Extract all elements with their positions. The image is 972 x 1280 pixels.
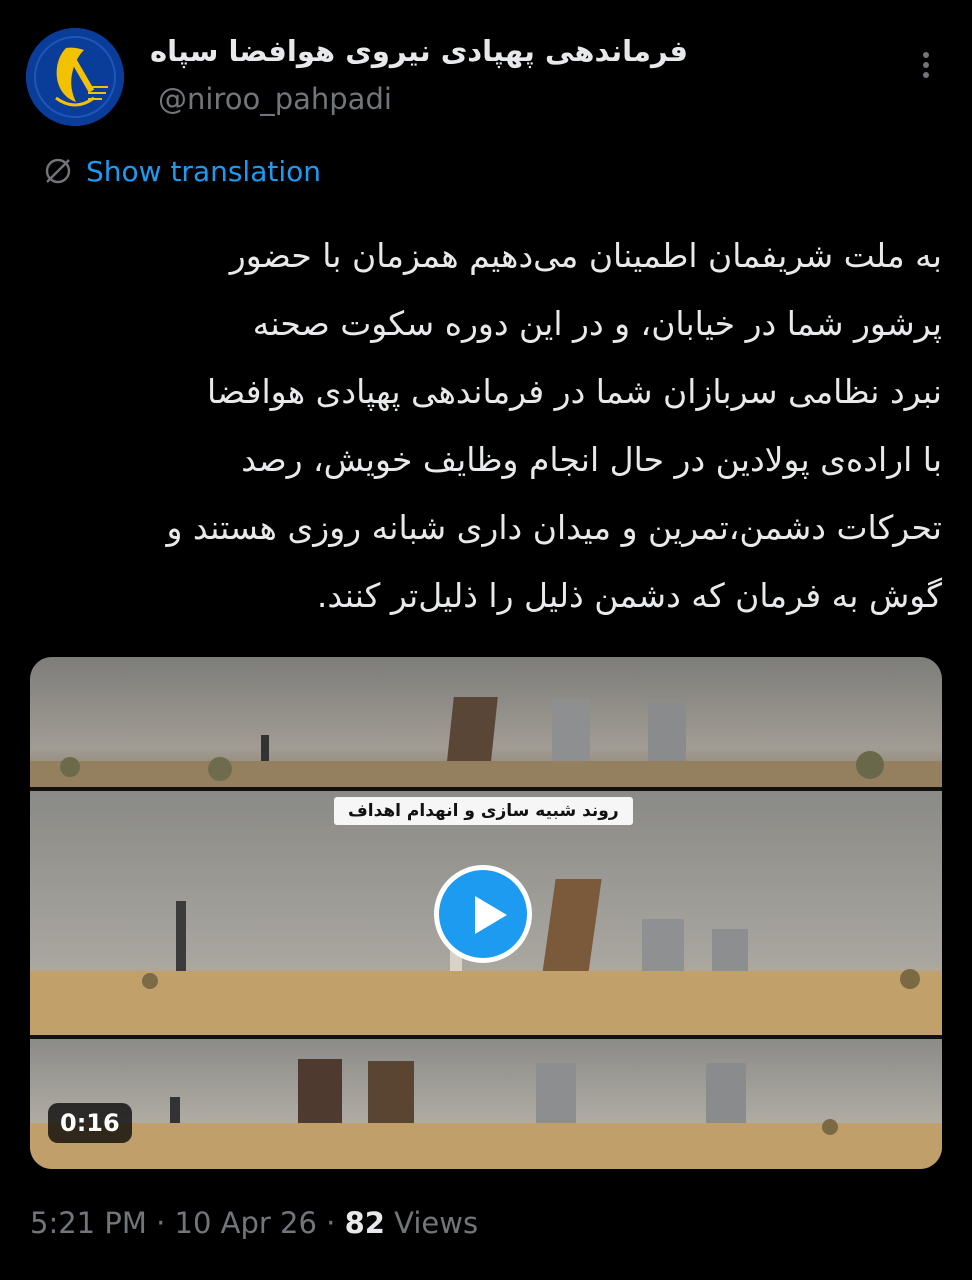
tweet-line: به ملت شریفمان اطمینان می‌دهیم همزمان با… — [229, 236, 942, 275]
tweet-date[interactable]: 10 Apr 26 — [175, 1206, 317, 1240]
separator-dot: · — [316, 1206, 345, 1240]
tweet-line: نبرد نظامی سربازان شما در فرماندهی پهپاد… — [207, 372, 942, 411]
tweet-time[interactable]: 5:21 PM — [30, 1206, 147, 1240]
more-options-button[interactable] — [916, 48, 936, 88]
tweet-line: پرشور شما در خیابان، و در این دوره سکوت … — [252, 304, 942, 343]
tweet-header: فرماندهی پهپادی نیروی هوافضا سپاه @niroo… — [0, 0, 972, 150]
video-duration-badge: 0:16 — [48, 1103, 132, 1143]
display-name[interactable]: فرماندهی پهپادی نیروی هوافضا سپاه — [150, 34, 688, 68]
tweet-line: گوش به فرمان که دشمن ذلیل را ذلیل‌تر کنن… — [316, 576, 942, 615]
show-translation-label[interactable]: Show translation — [86, 155, 321, 188]
tweet-body: به ملت شریفمان اطمینان می‌دهیم همزمان با… — [30, 222, 942, 630]
more-vertical-icon — [923, 52, 929, 58]
video-thumbnail-panel — [30, 657, 942, 787]
tweet-line: تحرکات دشمن،تمرین و میدان داری شبانه روز… — [166, 508, 942, 547]
play-button[interactable] — [434, 865, 532, 963]
show-translation-link[interactable]: Show translation — [42, 150, 321, 192]
video-caption: روند شبیه سازی و انهدام اهداف — [334, 797, 633, 825]
video-player[interactable]: روند شبیه سازی و انهدام اهداف 0:16 — [30, 657, 942, 1169]
user-handle[interactable]: @niroo_pahpadi — [158, 82, 392, 116]
separator-dot: · — [146, 1206, 175, 1240]
views-count: 82 — [344, 1206, 385, 1240]
globe-slash-icon — [45, 158, 71, 184]
tweet-line: با اراده‌ی پولادین در حال انجام وظایف خو… — [241, 440, 942, 479]
views-label: Views — [384, 1206, 479, 1240]
play-icon — [475, 896, 507, 934]
tweet-metadata: 5:21 PM · 10 Apr 26 · 82 Views — [30, 1206, 478, 1240]
avatar[interactable] — [26, 28, 124, 126]
video-thumbnail-panel — [30, 1039, 942, 1169]
irgc-emblem-icon — [26, 28, 124, 126]
